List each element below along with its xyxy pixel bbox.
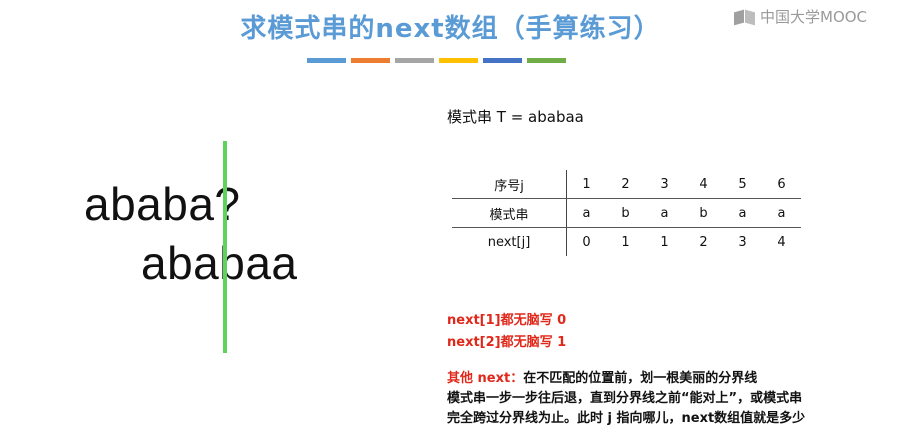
table-cell: 2 xyxy=(699,234,708,250)
color-bar-segment xyxy=(439,58,478,63)
divider-line xyxy=(223,141,227,353)
table-cell: 4 xyxy=(777,234,786,250)
table-cell: 6 xyxy=(762,170,801,199)
mooc-book-icon xyxy=(734,9,756,25)
table-cell: a xyxy=(645,198,684,228)
table-cell: a xyxy=(723,198,762,228)
color-bar-segment xyxy=(307,58,346,63)
table-cell: 1 xyxy=(566,170,606,199)
table-header-cell: 模式串 xyxy=(452,198,567,228)
table-header-cell: next[j] xyxy=(452,227,567,256)
table-cell: a xyxy=(762,198,801,228)
explanation-line: 模式串一步一步往后退，直到分界线之前“能对上”，或模式串 xyxy=(447,391,803,406)
table-cell: 0 xyxy=(582,234,591,250)
color-bar-segment xyxy=(351,58,390,63)
explanation-label: 其他 next： xyxy=(447,371,524,386)
color-bar-segment xyxy=(527,58,566,63)
table-row: 序号j 1 2 3 4 5 6 xyxy=(452,170,801,199)
pattern-label: 模式串 T = ababaa xyxy=(447,108,584,126)
explanation-line: 完全跨过分界线为止。此时 j 指向哪儿，next数组值就是多少 xyxy=(447,411,806,426)
table-cell: a xyxy=(566,198,606,228)
rule-next1: next[1]都无脑写 0 xyxy=(447,313,567,328)
table-cell: b xyxy=(606,198,645,228)
color-bar-segment xyxy=(395,58,434,63)
next-table: 序号j 1 2 3 4 5 6 模式串 a b a b a a next[j] … xyxy=(452,170,801,256)
main-string: ababa? xyxy=(84,178,241,230)
table-cell: 1 xyxy=(621,234,630,250)
rule-next2: next[2]都无脑写 1 xyxy=(447,335,567,350)
table-cell: 2 xyxy=(606,170,645,199)
table-cell: b xyxy=(684,198,723,228)
logo-text: 中国大学MOOC xyxy=(760,8,868,26)
table-cell: 3 xyxy=(645,170,684,199)
table-cell: 3 xyxy=(738,234,747,250)
table-cell: 1 xyxy=(660,234,669,250)
table-header-cell: 序号j xyxy=(452,170,567,199)
table-cell: 5 xyxy=(723,170,762,199)
explanation-text: 在不匹配的位置前，划一根美丽的分界线 xyxy=(523,371,758,386)
shifted-pattern-string: ababaa xyxy=(141,237,298,289)
color-bar-segment xyxy=(483,58,522,63)
explanation-line: 其他 next：在不匹配的位置前，划一根美丽的分界线 xyxy=(447,369,805,389)
mooc-logo: 中国大学MOOC xyxy=(734,6,867,27)
table-row: 模式串 a b a b a a xyxy=(452,198,801,228)
table-cell: 4 xyxy=(684,170,723,199)
explanation-paragraph: 其他 next：在不匹配的位置前，划一根美丽的分界线 模式串一步一步往后退，直到… xyxy=(447,369,805,429)
title-color-bar xyxy=(307,58,566,63)
table-row: next[j] 0 1 1 2 3 4 xyxy=(452,227,801,256)
